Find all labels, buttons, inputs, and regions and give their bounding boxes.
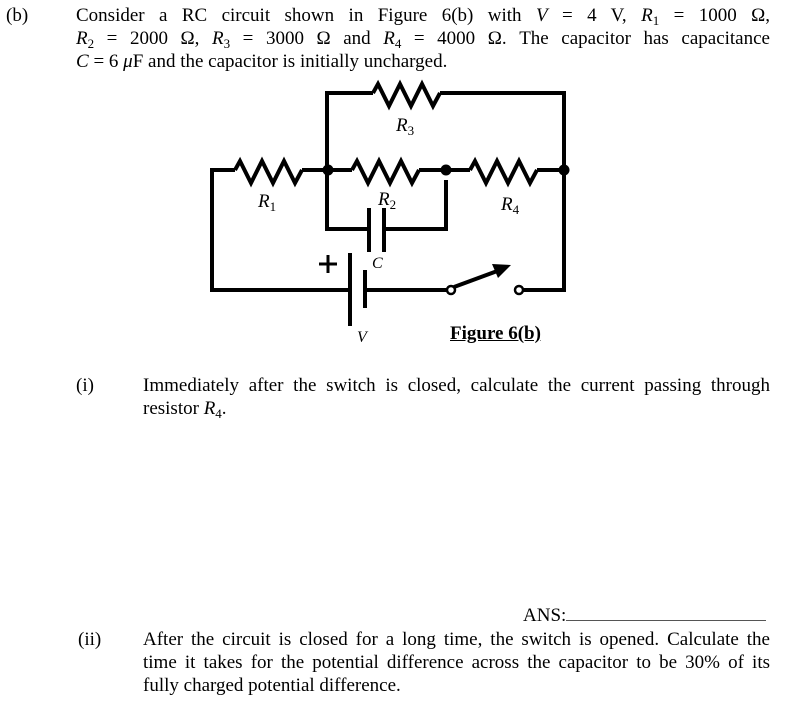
junction-node	[440, 164, 452, 176]
figure-caption: Figure 6(b)	[450, 323, 541, 344]
label-r4: R4	[500, 194, 520, 217]
answer-label: ANS:	[523, 605, 567, 626]
wire-r3-branch	[325, 91, 373, 229]
question-i-line-1: Immediately after the switch is closed, …	[143, 375, 770, 396]
resistor-r3	[371, 79, 442, 111]
question-text: resistor	[143, 398, 204, 419]
switch-blade	[453, 268, 501, 289]
wire-cap-left	[325, 170, 369, 231]
question-ii-line-3: fully charged potential difference.	[143, 675, 401, 696]
resistor-r2	[350, 156, 421, 188]
var-r4: R	[203, 398, 216, 419]
question-ii-label: (ii)	[78, 629, 102, 650]
question-ii-line-2: time it takes for the potential differen…	[143, 652, 770, 673]
label-r3: R3	[395, 115, 414, 138]
label-r1: R1	[257, 191, 276, 214]
wire-r3-right	[440, 91, 566, 290]
resistor-r4	[468, 156, 539, 188]
question-ii-line-1: After the circuit is closed for a long t…	[143, 629, 770, 650]
resistor-r1	[233, 156, 304, 188]
junction-node	[322, 164, 334, 176]
label-v: V	[357, 329, 369, 346]
question-text: .	[221, 398, 227, 419]
question-i-line-2: resistor R4.	[143, 397, 227, 425]
junction-node	[558, 164, 570, 176]
label-c: C	[372, 255, 383, 272]
answer-row: ANS:	[523, 604, 767, 627]
switch-terminal-right	[513, 284, 525, 296]
label-r2: R2	[377, 189, 396, 212]
switch-terminal-left	[445, 284, 457, 296]
answer-blank[interactable]	[566, 604, 767, 621]
question-i-label: (i)	[76, 375, 94, 396]
circuit-diagram: R3 R1 R2 R4 C V	[210, 79, 570, 346]
wire-left	[210, 168, 235, 290]
